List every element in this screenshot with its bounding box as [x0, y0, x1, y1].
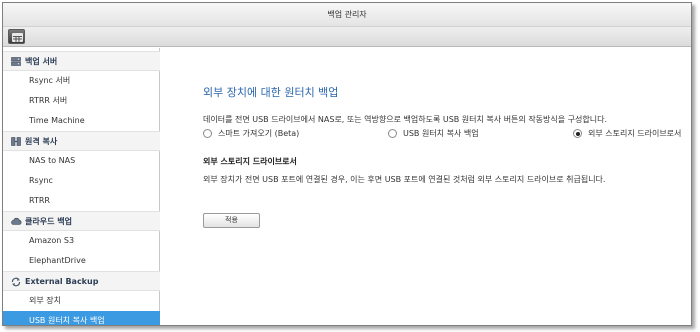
radio-label: 스마트 가져오기 (Beta)	[218, 129, 300, 138]
radio-label: 외부 스토리지 드라이브로서	[588, 129, 682, 138]
sidebar-group-label: 백업 서버	[25, 57, 58, 66]
main-content: 외부 장치에 대한 원터치 백업 데이터를 전면 USB 드라이브에서 NAS로…	[161, 48, 691, 325]
radio-label: USB 원터치 복사 백업	[403, 129, 479, 138]
grid-menu-icon	[12, 33, 23, 42]
sidebar-item-time-machine[interactable]: Time Machine	[3, 111, 160, 131]
sidebar-item-rsync[interactable]: Rsync	[3, 171, 160, 191]
sidebar-item-amazon-s3[interactable]: Amazon S3	[3, 231, 160, 251]
window-titlebar: 백업 관리자	[3, 3, 691, 27]
sidebar-item-rtrr-server[interactable]: RTRR 서버	[3, 91, 160, 111]
page-description: 데이터를 전면 USB 드라이브에서 NAS로, 또는 역방향으로 백업하도록 …	[203, 115, 607, 124]
sidebar-group-label: 클라우드 백업	[25, 217, 72, 226]
sidebar-item-external-device[interactable]: 외부 장치	[3, 291, 160, 311]
sidebar-item-label: Rsync	[29, 176, 53, 185]
window-title: 백업 관리자	[327, 10, 367, 19]
sidebar-group-backup-server[interactable]: 백업 서버	[3, 51, 160, 71]
page-title: 외부 장치에 대한 원터치 백업	[203, 86, 339, 99]
toolbar	[3, 27, 691, 47]
sidebar: 백업 서버 Rsync 서버 RTRR 서버 Time Machine 원격 복…	[3, 48, 160, 325]
sidebar-item-rtrr[interactable]: RTRR	[3, 191, 160, 211]
radio-button[interactable]	[388, 129, 397, 138]
sidebar-group-remote-copy[interactable]: 원격 복사	[3, 131, 160, 151]
sidebar-item-label: 외부 장치	[29, 296, 61, 305]
sidebar-item-label: Rsync 서버	[29, 76, 71, 85]
sidebar-item-usb-one-touch-copy[interactable]: USB 원터치 복사 백업	[3, 311, 160, 325]
sidebar-group-cloud-backup[interactable]: 클라우드 백업	[3, 211, 160, 231]
section-description: 외부 장치가 전면 USB 포트에 연결된 경우, 이는 후면 USB 포트에 …	[203, 175, 606, 184]
sidebar-group-label: External Backup	[25, 277, 99, 286]
radio-button[interactable]	[573, 129, 582, 138]
sidebar-group-label: 원격 복사	[25, 137, 58, 146]
sidebar-item-rsync-server[interactable]: Rsync 서버	[3, 71, 160, 91]
sidebar-item-label: Time Machine	[29, 116, 85, 125]
app-window: 백업 관리자 백업 서버 Rsync 서버 RTRR 서버 Time Machi…	[2, 2, 692, 326]
radio-button[interactable]	[203, 129, 212, 138]
sidebar-item-elephantdrive[interactable]: ElephantDrive	[3, 251, 160, 271]
cloud-icon	[11, 217, 22, 225]
backup-server-icon	[11, 57, 21, 66]
remote-copy-icon	[11, 137, 21, 146]
apply-button[interactable]: 적용	[203, 213, 260, 228]
radio-selected-dot	[575, 131, 580, 136]
menu-button[interactable]	[8, 29, 25, 44]
sidebar-item-nas-to-nas[interactable]: NAS to NAS	[3, 151, 160, 171]
sidebar-item-label: NAS to NAS	[29, 156, 76, 165]
sync-icon	[11, 277, 21, 287]
sidebar-item-label: USB 원터치 복사 백업	[29, 316, 105, 325]
sidebar-group-external-backup[interactable]: External Backup	[3, 271, 160, 291]
sidebar-item-label: Amazon S3	[29, 236, 75, 245]
sidebar-item-label: RTRR	[29, 196, 50, 205]
section-title: 외부 스토리지 드라이브로서	[203, 157, 297, 166]
sidebar-item-label: ElephantDrive	[29, 256, 86, 265]
sidebar-item-label: RTRR 서버	[29, 96, 68, 105]
